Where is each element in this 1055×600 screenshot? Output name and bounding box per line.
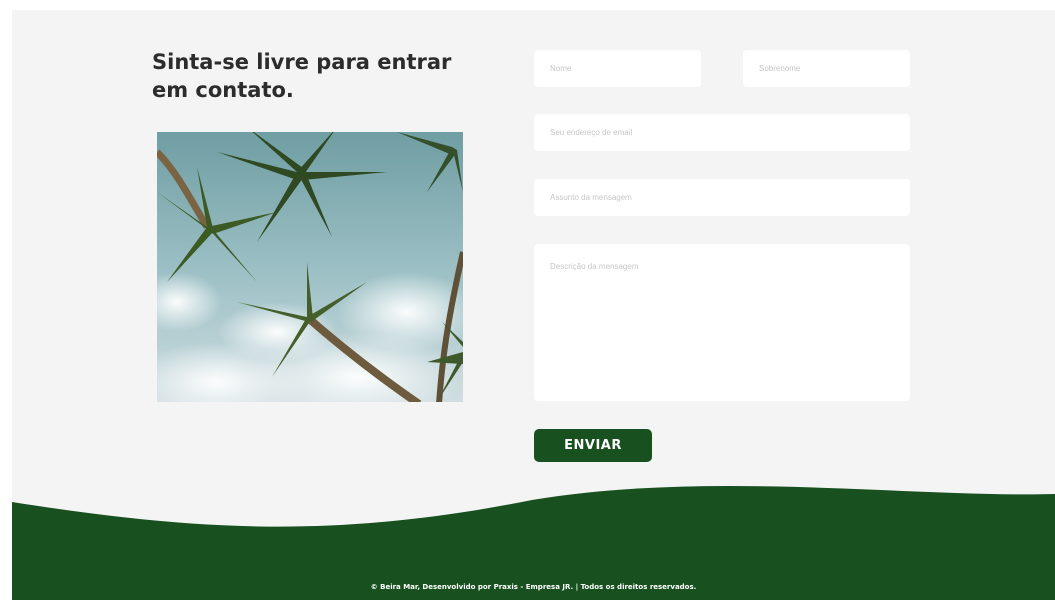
- subject-input[interactable]: [534, 179, 910, 216]
- footer-copyright: © Beira Mar, Desenvolvido por Praxis - E…: [370, 583, 697, 591]
- first-name-input[interactable]: [534, 50, 701, 87]
- palm-trees-photo: [157, 132, 463, 402]
- email-input[interactable]: [534, 114, 910, 151]
- contact-section: Sinta-se livre para entrar em contato. N…: [12, 10, 1055, 600]
- last-name-input[interactable]: [743, 50, 910, 87]
- send-button[interactable]: ENVIAR: [534, 429, 652, 462]
- footer-wave: [12, 485, 1055, 600]
- message-textarea[interactable]: [534, 244, 910, 401]
- contact-heading: Sinta-se livre para entrar em contato.: [152, 50, 452, 102]
